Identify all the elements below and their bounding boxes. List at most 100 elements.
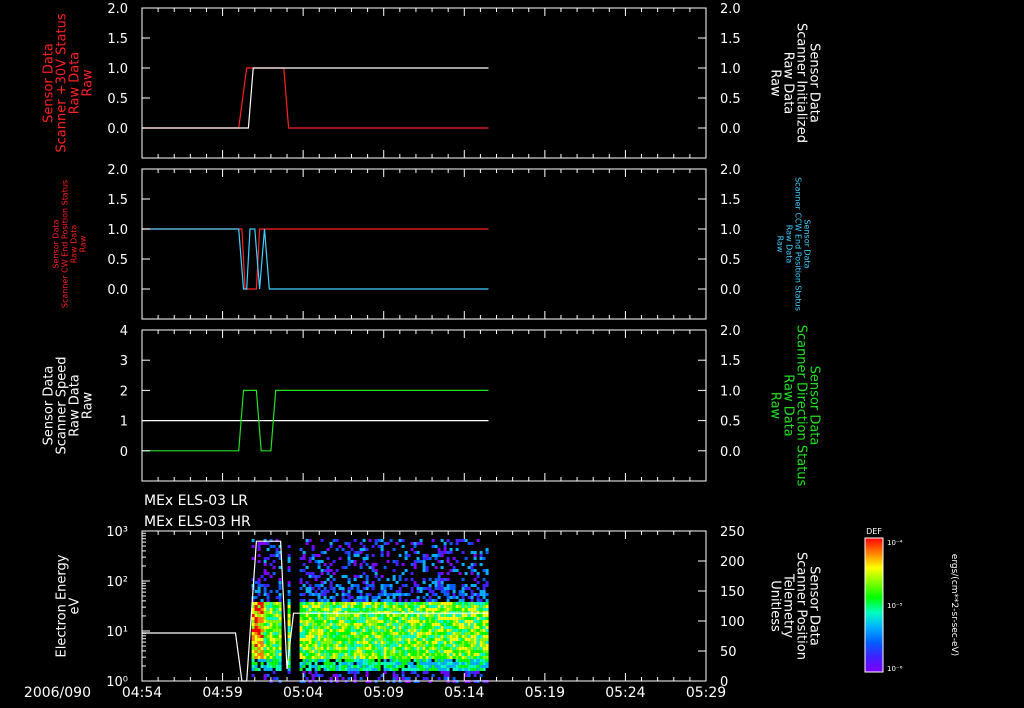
spectrogram-cell: [395, 653, 399, 656]
spectrogram-cell: [461, 641, 465, 644]
spectrogram-cell: [374, 653, 378, 656]
spectrogram-cell: [476, 596, 480, 599]
spectrogram-cell: [359, 632, 363, 635]
spectrogram-cell: [404, 578, 408, 581]
spectrogram-cell: [341, 617, 345, 620]
spectrogram-cell: [359, 590, 363, 593]
spectrogram-cell: [365, 650, 369, 653]
spectrogram-cell: [380, 644, 384, 647]
spectrogram-cell: [431, 629, 435, 632]
spectrogram-cell: [464, 653, 468, 656]
spectrogram-cell: [356, 599, 360, 602]
spectrogram-cell: [311, 623, 315, 626]
spectrogram-cell: [467, 626, 471, 629]
spectrogram-cell: [416, 674, 420, 677]
spectrogram-cell: [464, 539, 468, 542]
spectrogram-cell: [368, 614, 372, 617]
spectrogram-cell: [452, 623, 456, 626]
spectrogram-cell: [344, 608, 348, 611]
spectrogram-cell: [344, 566, 348, 569]
spectrogram-cell: [431, 653, 435, 656]
spectrogram-cell: [338, 641, 342, 644]
spectrogram-cell: [269, 638, 273, 641]
spectrogram-cell: [407, 614, 411, 617]
spectrogram-cell: [362, 647, 366, 650]
spectrogram-cell: [425, 614, 429, 617]
spectrogram-cell: [356, 635, 360, 638]
axis-title-right: Unitless: [768, 580, 783, 632]
spectrogram-cell: [419, 614, 423, 617]
spectrogram-cell: [464, 674, 468, 677]
spectrogram-cell: [449, 608, 453, 611]
spectrogram-cell: [395, 593, 399, 596]
spectrogram-cell: [251, 620, 255, 623]
spectrogram-cell: [347, 557, 351, 560]
spectrogram-cell: [407, 629, 411, 632]
spectrogram-cell: [323, 617, 327, 620]
spectrogram-cell: [452, 665, 456, 668]
spectrogram-cell: [407, 662, 411, 665]
spectrogram-cell: [371, 605, 375, 608]
spectrogram-cell: [446, 617, 450, 620]
spectrogram-cell: [419, 617, 423, 620]
spectrogram-cell: [398, 590, 402, 593]
spectrogram-cell: [467, 620, 471, 623]
spectrogram-cell: [257, 608, 261, 611]
spectrogram-cell: [437, 644, 441, 647]
spectrogram-cell: [398, 593, 402, 596]
spectrogram-cell: [299, 626, 303, 629]
spectrogram-cell: [470, 638, 474, 641]
spectrogram-cell: [254, 653, 258, 656]
spectrogram-cell: [329, 581, 333, 584]
spectrogram-cell: [464, 650, 468, 653]
spectrogram-cell: [425, 593, 429, 596]
spectrogram-cell: [386, 599, 390, 602]
spectrogram-cell: [389, 650, 393, 653]
spectrogram-cell: [323, 662, 327, 665]
spectrogram-cell: [413, 542, 417, 545]
spectrogram-cell: [470, 614, 474, 617]
spectrogram-cell: [383, 620, 387, 623]
spectrogram-cell: [449, 665, 453, 668]
spectrogram-cell: [365, 671, 369, 674]
spectrogram-cell: [440, 614, 444, 617]
spectrogram-cell: [341, 596, 345, 599]
spectrogram-cell: [308, 635, 312, 638]
spectrogram-cell: [332, 539, 336, 542]
spectrogram-cell: [401, 593, 405, 596]
spectrogram-cell: [449, 551, 453, 554]
spectrogram-cell: [458, 614, 462, 617]
spectrogram-cell: [464, 659, 468, 662]
spectrogram-cell: [386, 584, 390, 587]
spectrogram-cell: [440, 650, 444, 653]
spectrogram-cell: [473, 614, 477, 617]
spectrogram-cell: [269, 635, 273, 638]
spectrogram-cell: [257, 632, 261, 635]
spectrogram-cell: [413, 656, 417, 659]
spectrogram-cell: [392, 617, 396, 620]
spectrogram-cell: [434, 605, 438, 608]
spectrogram-cell: [428, 665, 432, 668]
spectrogram-cell: [398, 614, 402, 617]
spectrogram-cell: [485, 665, 489, 668]
spectrogram-cell: [434, 584, 438, 587]
spectrogram-cell: [455, 638, 459, 641]
spectrogram-cell: [266, 605, 270, 608]
y-tick-label-left: 2.0: [107, 163, 128, 178]
axis-title-right: Raw Data: [785, 225, 794, 264]
spectrogram-cell: [410, 542, 414, 545]
spectrogram-cell: [428, 596, 432, 599]
spectrogram-cell: [311, 620, 315, 623]
spectrogram-cell: [314, 578, 318, 581]
spectrogram-cell: [410, 644, 414, 647]
spectrogram-cell: [359, 638, 363, 641]
spectrogram-cell: [356, 608, 360, 611]
spectrogram-cell: [452, 653, 456, 656]
spectrogram-cell: [332, 668, 336, 671]
spectrogram-cell: [275, 554, 279, 557]
spectrogram-cell: [266, 584, 270, 587]
spectrogram-cell: [311, 635, 315, 638]
spectrogram-cell: [314, 638, 318, 641]
spectrogram-cell: [482, 641, 486, 644]
spectrogram-cell: [269, 644, 273, 647]
